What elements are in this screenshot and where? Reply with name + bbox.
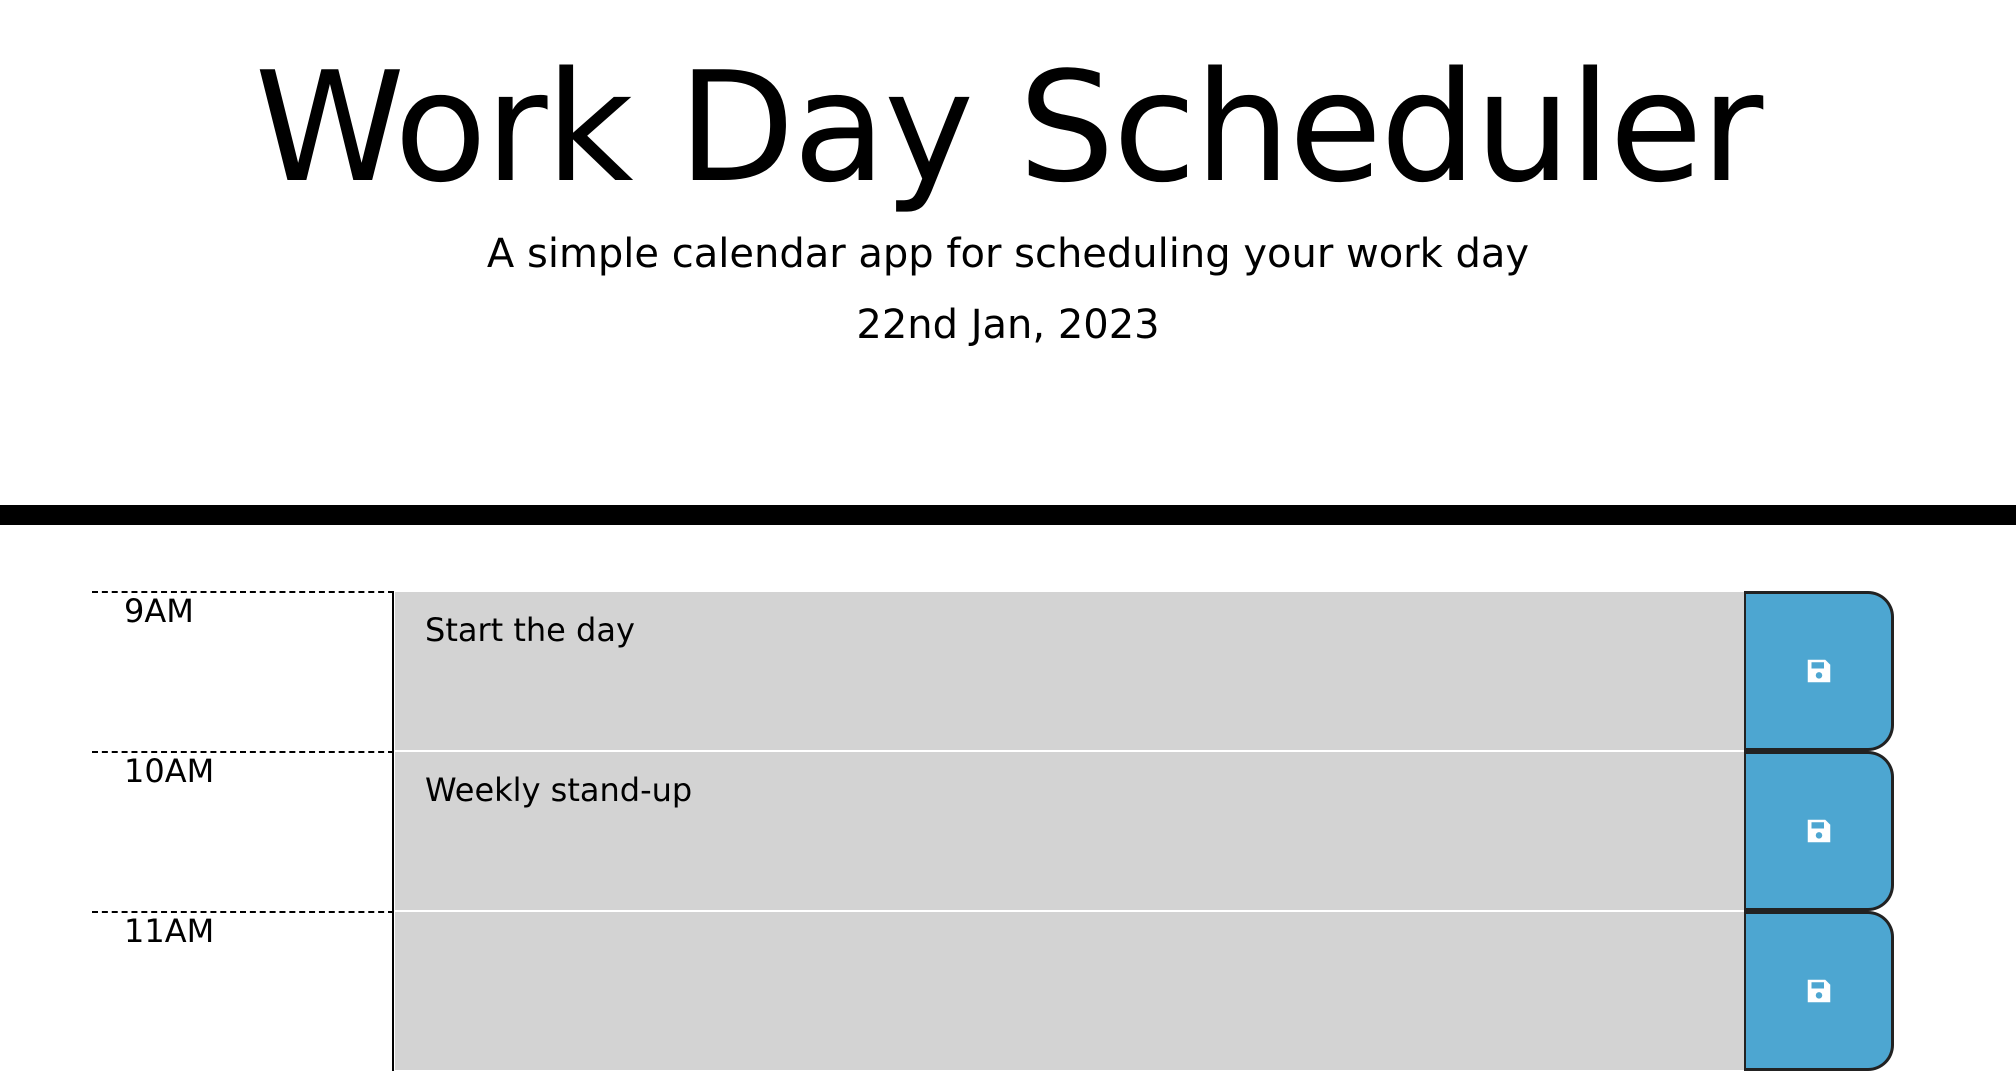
- hour-label: 11AM: [92, 911, 394, 1071]
- save-button[interactable]: [1744, 751, 1894, 911]
- time-block-11am: 11AM: [92, 911, 1894, 1071]
- event-input[interactable]: Weekly stand-up: [394, 751, 1836, 911]
- page-header: Work Day Scheduler A simple calendar app…: [0, 0, 2016, 510]
- time-block-9am: 9AM Start the day: [92, 591, 1894, 751]
- current-date: 22nd Jan, 2023: [856, 302, 1160, 348]
- time-block-10am: 10AM Weekly stand-up: [92, 751, 1894, 911]
- page-title: Work Day Scheduler: [254, 39, 1764, 216]
- page-subtitle: A simple calendar app for scheduling you…: [486, 231, 1530, 277]
- hour-label: 10AM: [92, 751, 394, 911]
- event-input[interactable]: [394, 911, 1836, 1071]
- hour-label: 9AM: [92, 591, 394, 751]
- event-input[interactable]: Start the day: [394, 591, 1836, 751]
- header-divider: [0, 505, 2016, 525]
- save-icon: [1807, 819, 1830, 843]
- schedule-container: 9AM Start the day 10AM Weekly stand-up 1…: [92, 591, 1894, 1071]
- save-button[interactable]: [1744, 591, 1894, 751]
- save-icon: [1807, 659, 1830, 683]
- save-button[interactable]: [1744, 911, 1894, 1071]
- save-icon: [1807, 979, 1830, 1003]
